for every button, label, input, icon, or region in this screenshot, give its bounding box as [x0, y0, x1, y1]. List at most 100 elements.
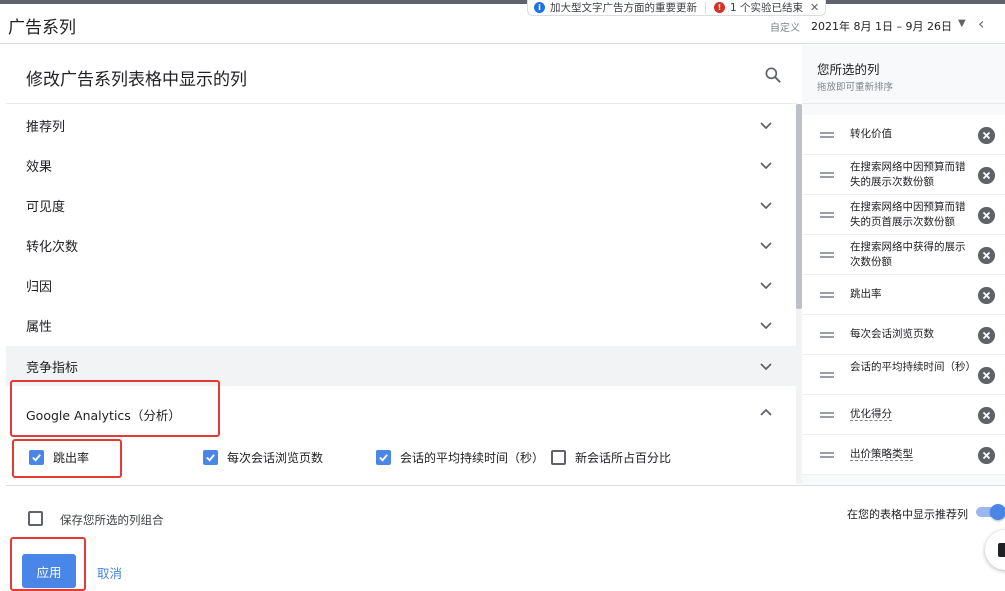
selected-item-label: 转化价值: [850, 128, 892, 140]
chevron-down-icon: [760, 282, 772, 290]
selected-item[interactable]: 在搜索网络中因预算而错失的页首展示次数份额: [802, 195, 1005, 235]
category-label: 归因: [26, 279, 53, 295]
selected-item-label: 每次会话浏览页数: [850, 328, 934, 340]
drag-handle-icon[interactable]: [820, 132, 834, 138]
option-bounce-rate[interactable]: 跳出率: [29, 447, 89, 467]
remove-icon[interactable]: [978, 447, 995, 464]
selected-title: 您所选的列: [817, 62, 880, 77]
chevron-down-icon: [760, 363, 772, 371]
drag-handle-icon[interactable]: [820, 292, 834, 298]
search-icon[interactable]: [763, 65, 783, 85]
option-new-sessions-percent[interactable]: 新会话所占百分比: [551, 447, 671, 467]
page-header: 广告系列 自定义 2021年 8月 1日 – 9月 26日 ▼ ‹: [0, 4, 1005, 44]
checkbox-checked[interactable]: [29, 449, 44, 465]
caret-down-icon[interactable]: ▼: [958, 18, 966, 29]
date-label: 自定义: [770, 23, 800, 34]
checkbox-checked[interactable]: [376, 449, 391, 465]
column-picker-panel: 修改广告系列表格中显示的列 推荐列 效果 可见度 转化次数 归因 属性 竞争指标…: [6, 45, 797, 485]
selected-divider: [802, 103, 1005, 104]
category-label: 属性: [26, 319, 53, 335]
selected-subtitle: 拖放即可重新排序: [817, 82, 894, 93]
remove-icon[interactable]: [978, 407, 995, 424]
remove-icon[interactable]: [978, 167, 995, 184]
drag-handle-icon[interactable]: [820, 212, 834, 218]
option-avg-session-duration[interactable]: 会话的平均持续时间（秒）: [376, 447, 544, 467]
show-recommended-toggle[interactable]: [976, 504, 1005, 520]
notice-banner[interactable]: i 加大型文字广告方面的重要更新 ! 1 个实验已结束 ✕: [527, 0, 827, 16]
selected-item[interactable]: 会话的平均持续时间（秒）: [802, 355, 1005, 395]
category-attributes[interactable]: 属性: [6, 305, 797, 345]
selected-columns-panel: 您所选的列 拖放即可重新排序 转化价值 在搜索网络中因预算而错失的展示次数份额 …: [802, 45, 1005, 485]
category-competitive-metrics[interactable]: 竞争指标: [6, 346, 797, 386]
drag-handle-icon[interactable]: [820, 332, 834, 338]
chevron-down-icon: [760, 162, 772, 170]
chevron-down-icon: [760, 122, 772, 130]
check-icon: [379, 453, 388, 462]
experiment-text[interactable]: 1 个实验已结束: [730, 0, 803, 15]
toggle-knob: [990, 504, 1005, 520]
category-label: Google Analytics（分析）: [26, 408, 181, 423]
drag-handle-icon[interactable]: [820, 452, 834, 458]
remove-icon[interactable]: [978, 247, 995, 264]
alert-icon: !: [714, 2, 725, 13]
chevron-down-icon: [760, 322, 772, 330]
close-icon[interactable]: ✕: [810, 1, 819, 14]
category-performance[interactable]: 效果: [6, 145, 797, 185]
selected-item[interactable]: 每次会话浏览页数: [802, 315, 1005, 355]
cancel-button[interactable]: 取消: [97, 563, 122, 582]
chevron-left-icon[interactable]: ‹: [978, 14, 984, 33]
footer-bar: 保存您所选的列组合 在您的表格中显示推荐列 应用 取消: [6, 485, 1005, 591]
drag-handle-icon[interactable]: [820, 372, 834, 378]
category-label: 竞争指标: [26, 360, 79, 376]
selected-item[interactable]: 转化价值: [802, 115, 1005, 155]
check-icon: [32, 453, 41, 462]
category-conversions[interactable]: 转化次数: [6, 225, 797, 265]
selected-item[interactable]: 在搜索网络中因预算而错失的展示次数份额: [802, 155, 1005, 195]
checkbox-checked[interactable]: [203, 449, 218, 465]
notice-text[interactable]: 加大型文字广告方面的重要更新: [550, 0, 697, 15]
selected-item[interactable]: 优化得分: [802, 395, 1005, 435]
selected-item-label: 在搜索网络中获得的展示次数份额: [850, 241, 966, 268]
chevron-down-icon: [760, 242, 772, 250]
selected-item[interactable]: 跳出率: [802, 275, 1005, 315]
option-label: 跳出率: [53, 450, 90, 465]
option-label: 新会话所占百分比: [575, 450, 672, 465]
panel-title: 修改广告系列表格中显示的列: [26, 70, 247, 90]
category-attribution[interactable]: 归因: [6, 265, 797, 305]
selected-item-label: 出价策略类型: [850, 447, 975, 462]
show-recommended-label: 在您的表格中显示推荐列: [847, 508, 968, 521]
selected-item[interactable]: 在搜索网络中获得的展示次数份额: [802, 235, 1005, 275]
drag-handle-icon[interactable]: [820, 412, 834, 418]
save-combination-checkbox[interactable]: [28, 511, 43, 526]
category-google-analytics[interactable]: Google Analytics（分析）: [6, 388, 797, 438]
checkbox-unchecked[interactable]: [551, 449, 566, 465]
remove-icon[interactable]: [978, 367, 995, 384]
option-pages-per-session[interactable]: 每次会话浏览页数: [203, 447, 323, 467]
save-combination-label: 保存您所选的列组合: [60, 513, 164, 527]
category-label: 可见度: [26, 199, 66, 215]
chevron-up-icon: [760, 408, 772, 416]
feedback-icon: [998, 543, 1005, 557]
option-label: 每次会话浏览页数: [227, 450, 324, 465]
remove-icon[interactable]: [978, 287, 995, 304]
category-recommended[interactable]: 推荐列: [6, 105, 797, 145]
page-title: 广告系列: [8, 18, 76, 38]
check-icon: [206, 453, 215, 462]
drag-handle-icon[interactable]: [820, 252, 834, 258]
selected-item-label: 优化得分: [850, 407, 975, 422]
category-label: 推荐列: [26, 119, 66, 135]
remove-icon[interactable]: [978, 327, 995, 344]
selected-item-label: 在搜索网络中因预算而错失的页首展示次数份额: [850, 201, 966, 228]
apply-button[interactable]: 应用: [22, 554, 76, 588]
date-range[interactable]: 2021年 8月 1日 – 9月 26日: [811, 18, 952, 34]
selected-item-text: 出价策略类型: [850, 448, 913, 461]
selected-item-label: 在搜索网络中因预算而错失的展示次数份额: [850, 161, 966, 188]
drag-handle-icon[interactable]: [820, 172, 834, 178]
category-visibility[interactable]: 可见度: [6, 185, 797, 225]
category-label: 效果: [26, 159, 53, 175]
category-label: 转化次数: [26, 239, 79, 255]
chevron-down-icon: [760, 202, 772, 210]
remove-icon[interactable]: [978, 127, 995, 144]
selected-item[interactable]: 出价策略类型: [802, 435, 1005, 475]
remove-icon[interactable]: [978, 207, 995, 224]
